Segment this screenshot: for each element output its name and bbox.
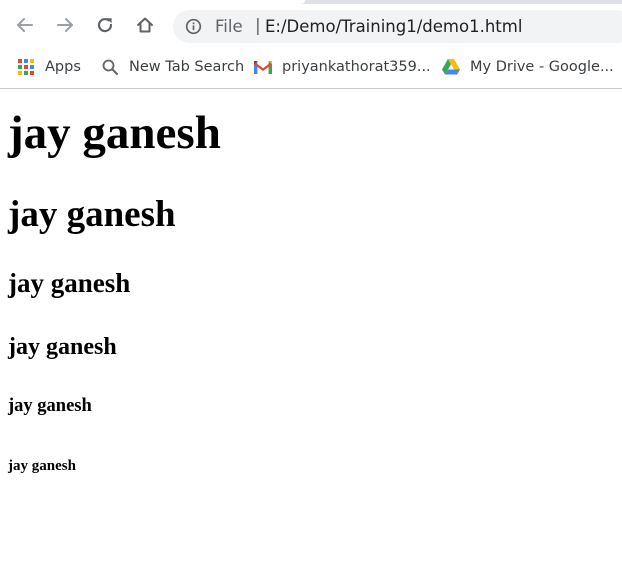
bookmark-label: My Drive - Google... — [470, 59, 614, 75]
heading-3: jay ganesh — [8, 268, 131, 298]
bookmark-new-tab-search[interactable]: New Tab Search — [101, 56, 244, 78]
forward-button[interactable] — [51, 11, 79, 39]
bookmark-label: priyankathorat359... — [282, 59, 431, 75]
search-icon — [101, 58, 119, 76]
home-button[interactable] — [131, 11, 159, 39]
heading-4: jay ganesh — [8, 334, 117, 360]
heading-2: jay ganesh — [8, 194, 176, 235]
info-icon[interactable] — [185, 18, 202, 35]
address-bar[interactable]: File | E:/Demo/Training1/demo1.html — [173, 10, 622, 43]
heading-5: jay ganesh — [8, 396, 92, 416]
bookmark-apps[interactable]: Apps — [17, 56, 81, 78]
url-text[interactable]: E:/Demo/Training1/demo1.html — [265, 17, 522, 36]
heading-1: jay ganesh — [8, 107, 221, 159]
reload-icon — [97, 17, 113, 33]
back-arrow-icon — [17, 18, 33, 32]
url-separator: | — [255, 16, 261, 36]
chrome-divider — [0, 88, 622, 89]
url-scheme-label: File — [215, 17, 243, 36]
bookmarks-bar: Apps New Tab Search priyankathorat359...… — [0, 48, 622, 88]
reload-button[interactable] — [91, 11, 119, 39]
home-icon — [137, 17, 153, 33]
bookmark-google-drive[interactable]: My Drive - Google... — [442, 56, 614, 78]
bookmark-gmail[interactable]: priyankathorat359... — [254, 56, 431, 78]
apps-grid-icon — [17, 58, 35, 76]
forward-arrow-icon — [57, 18, 73, 32]
bookmark-label: New Tab Search — [129, 59, 245, 75]
heading-6: jay ganesh — [8, 458, 76, 474]
gmail-icon — [254, 58, 272, 76]
back-button[interactable] — [11, 11, 39, 39]
google-drive-icon — [442, 58, 460, 76]
bookmark-label: Apps — [45, 59, 81, 75]
browser-chrome: File | E:/Demo/Training1/demo1.html Apps… — [0, 0, 622, 89]
browser-toolbar: File | E:/Demo/Training1/demo1.html — [0, 4, 622, 48]
